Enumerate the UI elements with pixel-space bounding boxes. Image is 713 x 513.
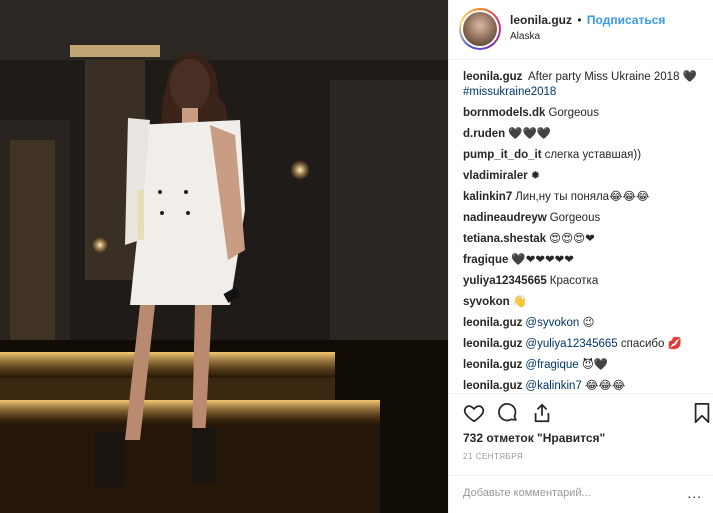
action-bar [449,393,713,429]
comment-text: 😍😍😍❤ [549,233,595,245]
comment-username[interactable]: leonila.guz [463,317,522,329]
caption-username[interactable]: leonila.guz [463,71,522,83]
comment-input[interactable] [463,487,663,499]
caption-emoji: 🖤 [682,71,697,83]
caption-hashtag[interactable]: #missukraine2018 [463,85,709,100]
comment-text: ✹ [530,170,541,182]
comment-row: kalinkin7 Лин,ну ты поняла😂😂😂 [463,190,709,205]
caption: leonila.guz After party Miss Ukraine 201… [463,70,709,100]
comment-username[interactable]: leonila.guz [463,338,522,350]
comment-username[interactable]: nadineaudreyw [463,212,547,224]
location-link[interactable]: Alaska [510,31,540,42]
post-date: 21 СЕНТЯБРЯ [463,452,524,461]
bookmark-icon[interactable] [689,400,713,426]
comment-username[interactable]: tetiana.shestak [463,233,546,245]
comment-text: 👋 [512,296,527,308]
comment-row: leonila.guz @fragique 😈🖤 [463,358,709,373]
comment-icon[interactable] [495,400,521,426]
likes-count[interactable]: 732 отметок "Нравится" [463,431,605,445]
comment-username[interactable]: pump_it_do_it [463,149,542,161]
more-options-button[interactable]: ... [687,485,702,501]
comment-row: yuliya12345665 Красотка [463,274,709,289]
comment-row: pump_it_do_it слегка уставшая)) [463,148,709,163]
comment-username[interactable]: d.ruden [463,128,505,140]
follow-button[interactable]: Подписаться [587,13,665,27]
comment-row: leonila.guz @yuliya12345665 спасибо 💋 [463,337,709,352]
comment-text: 😂😂😂 [585,380,626,392]
comment-mention[interactable]: @yuliya12345665 [525,338,617,350]
comment-row: bornmodels.dk Gorgeous [463,106,709,121]
comment-mention[interactable]: @syvokon [525,317,579,329]
comment-text: Gorgeous [549,212,601,224]
comment-text: 🖤❤❤❤❤❤ [511,254,574,266]
comment-row: nadineaudreyw Gorgeous [463,211,709,226]
comment-username[interactable]: vladimiraler [463,170,528,182]
separator-dot: • [577,13,582,27]
header-username[interactable]: leonila.guz [510,13,572,27]
comment-text: 🖤🖤🖤 [508,128,552,140]
comment-text: Gorgeous [548,107,599,119]
add-comment-bar: ... [449,475,713,513]
comment-text: Красотка [549,275,599,287]
comment-text: Лин,ну ты поняла😂😂😂 [515,191,650,203]
post-photo[interactable] [0,0,448,513]
comment-text: спасибо 💋 [620,338,682,350]
comment-username[interactable]: kalinkin7 [463,191,512,203]
comment-username[interactable]: yuliya12345665 [463,275,547,287]
comment-row: leonila.guz @syvokon 😉 [463,316,709,331]
comment-text: слегка уставшая)) [544,149,642,161]
comment-mention[interactable]: @kalinkin7 [525,380,581,392]
avatar[interactable] [459,8,501,50]
comment-row: d.ruden 🖤🖤🖤 [463,127,709,142]
comment-username[interactable]: bornmodels.dk [463,107,545,119]
comments-list[interactable]: leonila.guz After party Miss Ukraine 201… [463,70,709,392]
comment-username[interactable]: leonila.guz [463,380,522,392]
comment-text: 😉 [582,317,595,329]
header-user-line: leonila.guz • Подписаться [510,13,665,27]
comment-row: leonila.guz @kalinkin7 😂😂😂 [463,379,709,392]
comment-username[interactable]: fragique [463,254,508,266]
comment-row: vladimiraler ✹ [463,169,709,184]
comment-mention[interactable]: @fragique [525,359,578,371]
post-header: leonila.guz • Подписаться Alaska [449,0,713,60]
caption-text: After party Miss Ukraine 2018 [527,71,680,83]
share-icon[interactable] [529,400,555,426]
comment-username[interactable]: syvokon [463,296,510,308]
comment-username[interactable]: leonila.guz [463,359,522,371]
comment-row: syvokon 👋 [463,295,709,310]
comment-row: tetiana.shestak 😍😍😍❤ [463,232,709,247]
post-side-panel: leonila.guz • Подписаться Alaska leonila… [448,0,713,513]
comment-text: 😈🖤 [581,359,609,371]
comment-row: fragique 🖤❤❤❤❤❤ [463,253,709,268]
heart-icon[interactable] [461,400,487,426]
photo-artwork [0,0,448,513]
